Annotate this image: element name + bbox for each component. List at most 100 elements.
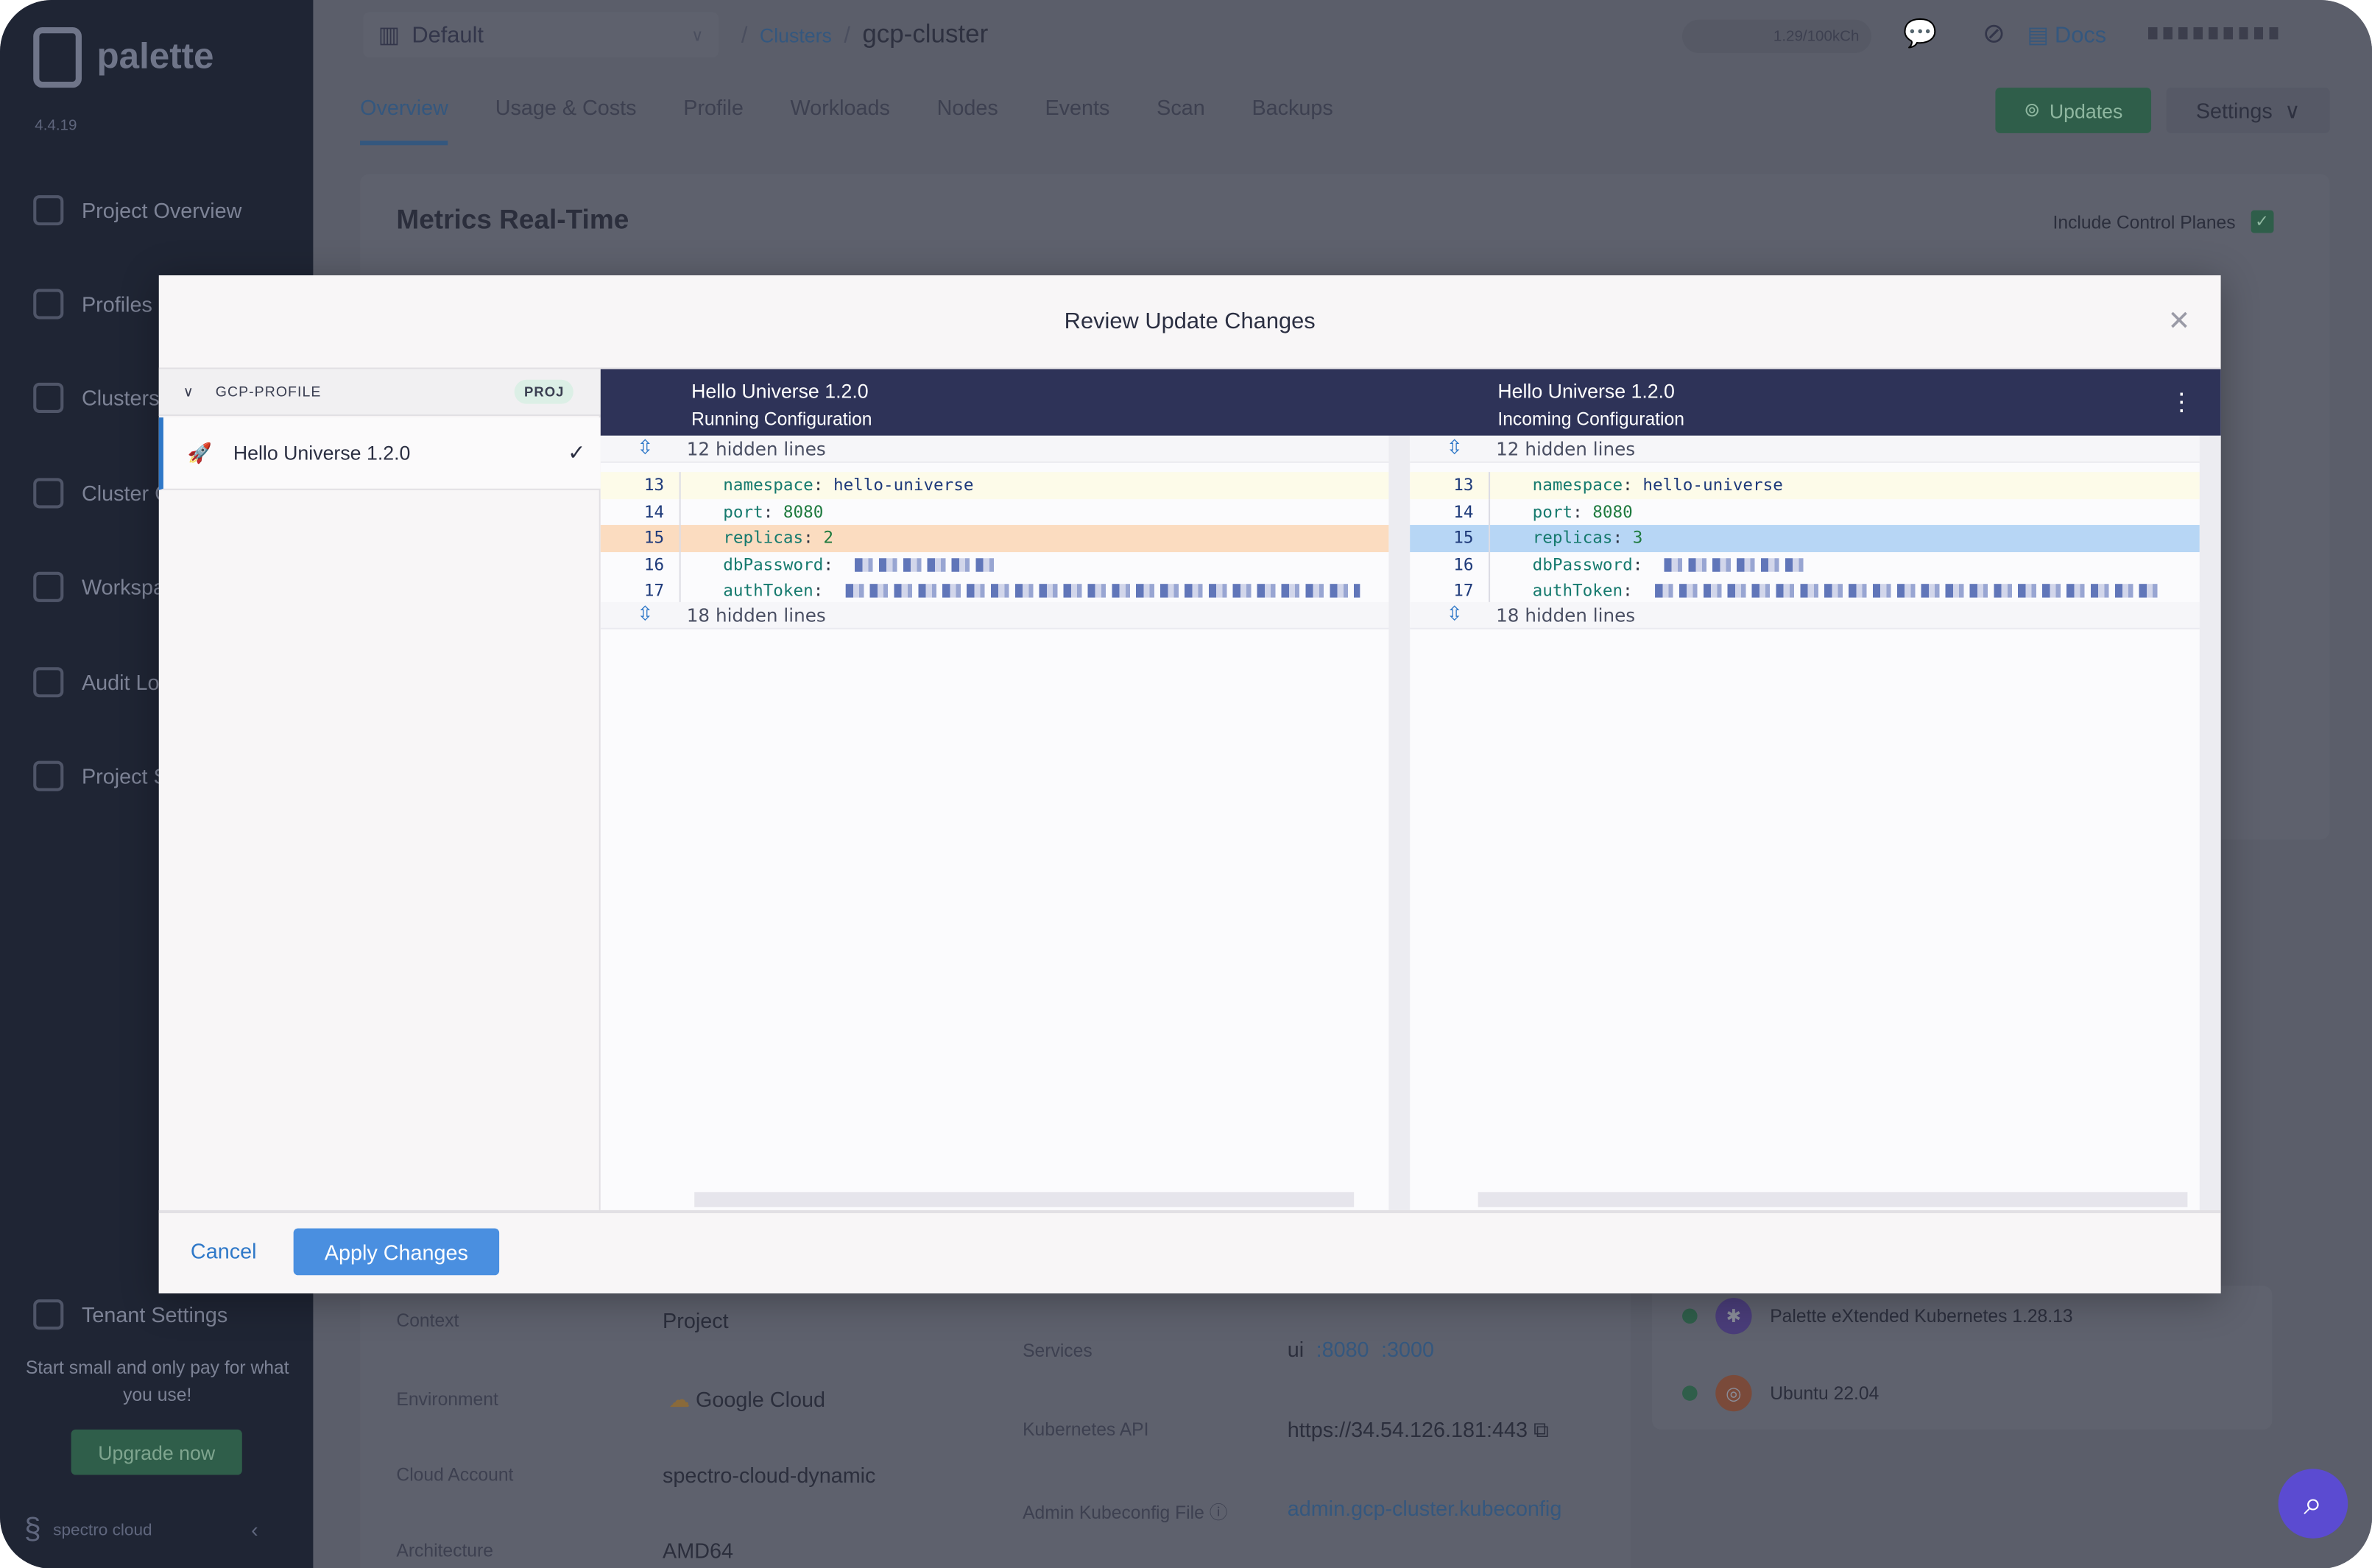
cloud-account-value: spectro-cloud-dynamic <box>663 1463 876 1487</box>
code-line: 16 dbPassword: <box>601 551 1389 578</box>
version: 4.4.19 <box>35 118 77 135</box>
code-line: 14 port: 8080 <box>1410 498 2200 526</box>
pack-row[interactable]: ✱ Palette eXtended Kubernetes 1.28.13 <box>1682 1298 2073 1335</box>
apply-changes-button[interactable]: Apply Changes <box>293 1228 500 1276</box>
kubernetes-api-value: https://34.54.126.181:443 ⧉ <box>1287 1417 1549 1442</box>
code-line: 13 namespace: hello-universe <box>600 472 1389 499</box>
architecture-value: AMD64 <box>663 1538 733 1563</box>
info-icon[interactable]: ⓘ <box>1210 1502 1228 1524</box>
service-port-link[interactable]: :8080 <box>1316 1338 1369 1362</box>
redacted-value <box>845 584 1360 598</box>
kubernetes-api-label: Kubernetes API <box>1023 1419 1149 1441</box>
sidebar-item-project-overview[interactable]: Project Overview <box>33 195 241 226</box>
tab-scan[interactable]: Scan <box>1157 95 1205 145</box>
hidden-lines-top[interactable]: ⇳ 12 hidden lines <box>1410 435 2200 463</box>
include-control-planes-checkbox[interactable]: ✓ <box>2251 210 2274 233</box>
target-icon <box>33 571 64 602</box>
code-line: 15 replicas: 3 <box>1410 525 2200 552</box>
incoming-config-header: Hello Universe 1.2.0 Incoming Configurati… <box>1497 379 1684 430</box>
gear-icon <box>33 760 64 791</box>
check-icon: ✓ <box>568 439 586 465</box>
user-menu[interactable] <box>2147 27 2284 40</box>
settings-button[interactable]: Settings ∨ <box>2166 88 2330 133</box>
update-icon: ⊚ <box>2024 98 2041 121</box>
chart-icon <box>33 195 64 226</box>
spectro-cloud-icon: § <box>24 1512 41 1547</box>
pack-row[interactable]: ◎ Ubuntu 22.04 <box>1682 1374 1879 1412</box>
scope-badge: PROJ <box>515 379 573 404</box>
include-control-planes[interactable]: Include Control Planes ✓ <box>2052 210 2274 233</box>
close-icon[interactable]: ✕ <box>2167 306 2190 337</box>
running-config-header: Hello Universe 1.2.0 Running Configuratio… <box>691 379 872 430</box>
code-line: 17 authToken: <box>1410 577 2200 604</box>
right-vertical-scrollbar[interactable] <box>2199 435 2221 1210</box>
document-search-icon <box>33 667 64 698</box>
expand-icon: ⇳ <box>1446 437 1463 460</box>
usage-pill[interactable]: 1.29/100kCh <box>1682 19 1871 53</box>
chevron-down-icon: ∨ <box>183 383 194 400</box>
copy-icon[interactable]: ⧉ <box>1533 1417 1549 1441</box>
profile-item-hello-universe[interactable]: 🚀 Hello Universe 1.2.0 ✓ <box>158 417 601 490</box>
clusters-icon <box>33 382 64 413</box>
code-line: 14 port: 8080 <box>601 498 1389 526</box>
app-window: palette 4.4.19 Project Overview Profiles… <box>0 0 2372 1568</box>
project-icon: ▥ <box>378 22 400 49</box>
hidden-lines-bottom[interactable]: ⇳ 18 hidden lines <box>600 601 1389 629</box>
collapse-sidebar-icon[interactable]: ‹ <box>251 1517 258 1541</box>
redacted-value <box>855 557 1000 572</box>
upgrade-now-button[interactable]: Upgrade now <box>71 1429 242 1475</box>
tab-backups[interactable]: Backups <box>1252 95 1333 145</box>
tab-usage-costs[interactable]: Usage & Costs <box>495 95 637 145</box>
redacted-value <box>1665 557 1809 572</box>
diff-viewer: Hello Universe 1.2.0 Running Configuratio… <box>600 369 2221 1210</box>
breadcrumb-clusters[interactable]: Clusters <box>760 24 832 47</box>
updates-button[interactable]: ⊚ Updates <box>1995 88 2152 133</box>
compass-icon[interactable]: ⊘ <box>1977 18 2011 52</box>
kubeconfig-label: Admin Kubeconfig File ⓘ <box>1023 1502 1228 1524</box>
profile-group-header[interactable]: ∨ GCP-PROFILE PROJ <box>158 369 601 417</box>
running-config-pane: ⇳ 12 hidden lines 13 namespace: hello-unive… <box>600 435 1389 1210</box>
book-icon: ▤ <box>2027 22 2049 49</box>
context-label: Context <box>396 1310 459 1332</box>
palette-logo[interactable]: palette <box>33 27 213 88</box>
architecture-label: Architecture <box>396 1539 493 1561</box>
services-value: ui:8080:3000 <box>1287 1337 1435 1362</box>
hidden-lines-bottom[interactable]: ⇳ 18 hidden lines <box>1410 601 2200 629</box>
status-dot <box>1682 1385 1698 1401</box>
kubeconfig-link[interactable]: admin.gcp-cluster.kubeconfig <box>1288 1496 1562 1520</box>
left-vertical-scrollbar[interactable] <box>1388 435 1411 1210</box>
chat-icon[interactable]: 💬 <box>1903 18 1937 52</box>
kubernetes-icon: ✱ <box>1715 1298 1752 1335</box>
tab-overview[interactable]: Overview <box>360 95 448 146</box>
tools-icon <box>33 1299 64 1330</box>
profile-list: ∨ GCP-PROFILE PROJ 🚀 Hello Universe 1.2.0 ✓ <box>158 369 601 1210</box>
expand-icon: ⇳ <box>1446 603 1463 626</box>
expand-icon: ⇳ <box>637 603 654 626</box>
service-port-link[interactable]: :3000 <box>1381 1338 1434 1362</box>
google-cloud-icon: ☁ <box>668 1387 691 1412</box>
tab-profile[interactable]: Profile <box>683 95 744 145</box>
right-horizontal-scrollbar[interactable] <box>1478 1192 2188 1207</box>
more-options-icon[interactable]: ⋮ <box>2170 387 2194 417</box>
sidebar-item-clusters[interactable]: Clusters <box>33 382 160 413</box>
spectro-cloud-logo: § spectro cloud <box>24 1513 152 1547</box>
sidebar-item-tenant-settings[interactable]: Tenant Settings <box>33 1299 227 1330</box>
left-horizontal-scrollbar[interactable] <box>694 1192 1355 1207</box>
hidden-lines-top[interactable]: ⇳ 12 hidden lines <box>600 435 1389 463</box>
rocket-icon: 🚀 <box>187 441 213 464</box>
code-line: 13 namespace: hello-universe <box>1410 472 2200 499</box>
tab-workloads[interactable]: Workloads <box>791 95 890 145</box>
cancel-button[interactable]: Cancel <box>191 1239 257 1263</box>
incoming-config-pane: ⇳ 12 hidden lines 13 namespace: hello-unive… <box>1410 435 2200 1210</box>
palette-logo-icon <box>33 27 82 88</box>
search-help-button[interactable]: ⌕ <box>2278 1469 2348 1539</box>
expand-icon: ⇳ <box>637 437 654 460</box>
sidebar-item-profiles[interactable]: Profiles <box>33 289 152 319</box>
ubuntu-icon: ◎ <box>1715 1374 1752 1412</box>
docs-link[interactable]: ▤ Docs <box>2027 15 2107 54</box>
metrics-title: Metrics Real-Time <box>396 204 629 235</box>
tab-events[interactable]: Events <box>1045 95 1109 145</box>
environment-label: Environment <box>396 1388 498 1410</box>
project-selector[interactable]: ▥ Default ∨ <box>363 12 719 58</box>
tab-nodes[interactable]: Nodes <box>937 95 998 145</box>
